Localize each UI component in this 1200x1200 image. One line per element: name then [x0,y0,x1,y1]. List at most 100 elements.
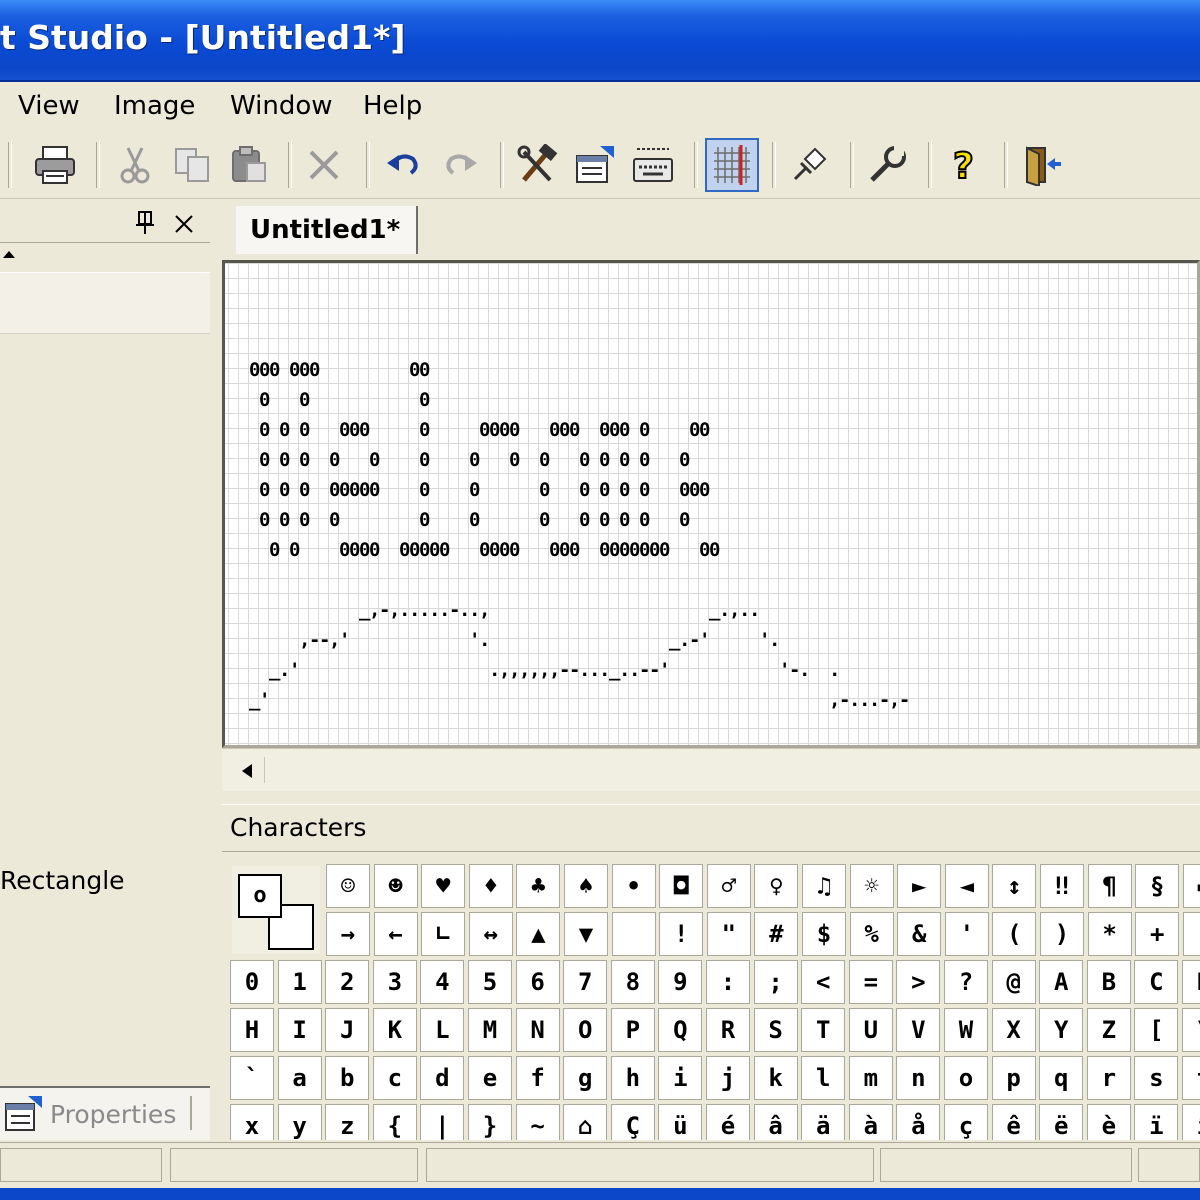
char-cell[interactable]: T [801,1008,846,1052]
char-cell[interactable]: t [1182,1056,1200,1100]
help-button[interactable]: ? [938,138,992,192]
menu-image[interactable]: Image [114,91,195,121]
cut-button[interactable] [108,138,162,192]
char-cell[interactable]: X [991,1008,1036,1052]
char-cell[interactable]: ë [1039,1104,1084,1140]
char-cell[interactable]: 4 [420,960,465,1004]
menu-view[interactable]: View [18,91,80,121]
char-cell[interactable]: H [230,1008,274,1052]
char-cell[interactable]: 0 [230,960,274,1004]
char-cell[interactable]: é [706,1104,750,1140]
properties-button[interactable] [568,138,622,192]
char-cell[interactable]: ç [944,1104,988,1140]
char-cell[interactable]: ♂ [706,864,751,908]
properties-tab[interactable]: Properties [0,1086,210,1140]
ascii-canvas[interactable]: 000 000 00 0 0 0 0 0 0 000 0 0000 000 00… [222,260,1200,748]
char-cell[interactable]: i [658,1056,703,1100]
char-cell[interactable]: ▼ [564,912,608,956]
char-cell[interactable]: c [372,1056,417,1100]
redo-button[interactable] [434,138,488,192]
char-cell[interactable]: 2 [325,960,370,1004]
exit-button[interactable] [1015,138,1069,192]
char-cell[interactable]: N [515,1008,560,1052]
char-cell[interactable]: 7 [563,960,608,1004]
char-cell[interactable]: B [1086,960,1131,1004]
char-cell[interactable]: ▬ [1182,864,1200,908]
char-cell[interactable]: ⌂ [563,1104,608,1140]
settings-button[interactable] [860,138,914,192]
char-cell[interactable]: ) [1040,912,1084,956]
char-cell[interactable]: ä [801,1104,846,1140]
char-cell[interactable]: ' [944,912,989,956]
char-cell[interactable]: 5 [468,960,512,1004]
char-cell[interactable]: 6 [515,960,560,1004]
char-cell[interactable]: A [1039,960,1084,1004]
char-cell[interactable]: r [1086,1056,1131,1100]
keyboard-button[interactable] [626,138,680,192]
char-cell[interactable]: M [468,1008,512,1052]
char-cell[interactable]: Ç [610,1104,655,1140]
char-cell[interactable]: ▲ [516,912,561,956]
pane-selected-row[interactable] [0,272,210,334]
char-cell[interactable]: ← [373,912,418,956]
char-cell[interactable]: Q [658,1008,703,1052]
char-cell[interactable]: ♥ [421,864,466,908]
char-cell[interactable]: ; [753,960,798,1004]
char-cell[interactable]: J [325,1008,370,1052]
char-cell[interactable]: ê [991,1104,1036,1140]
char-cell[interactable]: | [420,1104,465,1140]
char-cell[interactable]: d [420,1056,465,1100]
char-cell[interactable]: s [1134,1056,1179,1100]
char-cell[interactable]: 9 [658,960,703,1004]
foreground-char-box[interactable]: o [238,874,282,918]
char-cell[interactable]: b [325,1056,370,1100]
char-cell[interactable]: o [944,1056,988,1100]
char-cell[interactable]: = [848,960,893,1004]
char-cell[interactable]: , [1182,912,1200,956]
char-cell[interactable]: ♦ [468,864,513,908]
char-cell[interactable]: W [944,1008,988,1052]
menu-window[interactable]: Window [230,91,333,121]
char-cell[interactable]: ☺ [326,864,370,908]
char-cell[interactable]: ¶ [1087,864,1132,908]
scroll-left-button[interactable] [230,757,265,783]
char-cell[interactable]: ♫ [802,864,846,908]
char-cell[interactable]: D [1182,960,1200,1004]
char-cell[interactable]: ? [944,960,988,1004]
char-cell[interactable]: ↔ [468,912,513,956]
char-cell[interactable]: ` [230,1056,274,1100]
char-cell[interactable]: \ [1182,1008,1200,1052]
char-cell[interactable]: j [706,1056,750,1100]
char-cell[interactable]: k [753,1056,798,1100]
char-cell[interactable]: < [801,960,846,1004]
char-cell[interactable]: S [753,1008,798,1052]
char-cell[interactable]: y [277,1104,322,1140]
char-cell[interactable]: V [896,1008,941,1052]
char-cell[interactable]: a [277,1056,322,1100]
char-cell[interactable]: 1 [277,960,322,1004]
char-cell[interactable]: ‼ [1040,864,1084,908]
char-cell[interactable]: $ [802,912,846,956]
char-cell[interactable]: å [896,1104,941,1140]
char-cell[interactable]: ♀ [754,864,799,908]
char-cell[interactable]: → [326,912,370,956]
char-cell[interactable]: 8 [610,960,655,1004]
char-cell[interactable]: ♣ [516,864,561,908]
char-cell[interactable]: q [1039,1056,1084,1100]
char-cell[interactable]: P [610,1008,655,1052]
char-cell[interactable]: Z [1086,1008,1131,1052]
copy-button[interactable] [165,138,219,192]
char-cell[interactable]: { [372,1104,417,1140]
sort-up-icon[interactable] [2,250,16,260]
tools-button[interactable] [510,138,564,192]
char-cell[interactable]: • [611,864,656,908]
char-cell[interactable]: ( [992,912,1037,956]
char-cell[interactable]: Y [1039,1008,1084,1052]
delete-button[interactable] [297,138,351,192]
char-cell[interactable]: ◘ [659,864,704,908]
char-cell[interactable]: g [563,1056,608,1100]
pin-button[interactable] [782,138,836,192]
char-cell[interactable]: % [849,912,894,956]
char-cell[interactable]: è [1086,1104,1131,1140]
pin-icon[interactable] [134,210,156,236]
